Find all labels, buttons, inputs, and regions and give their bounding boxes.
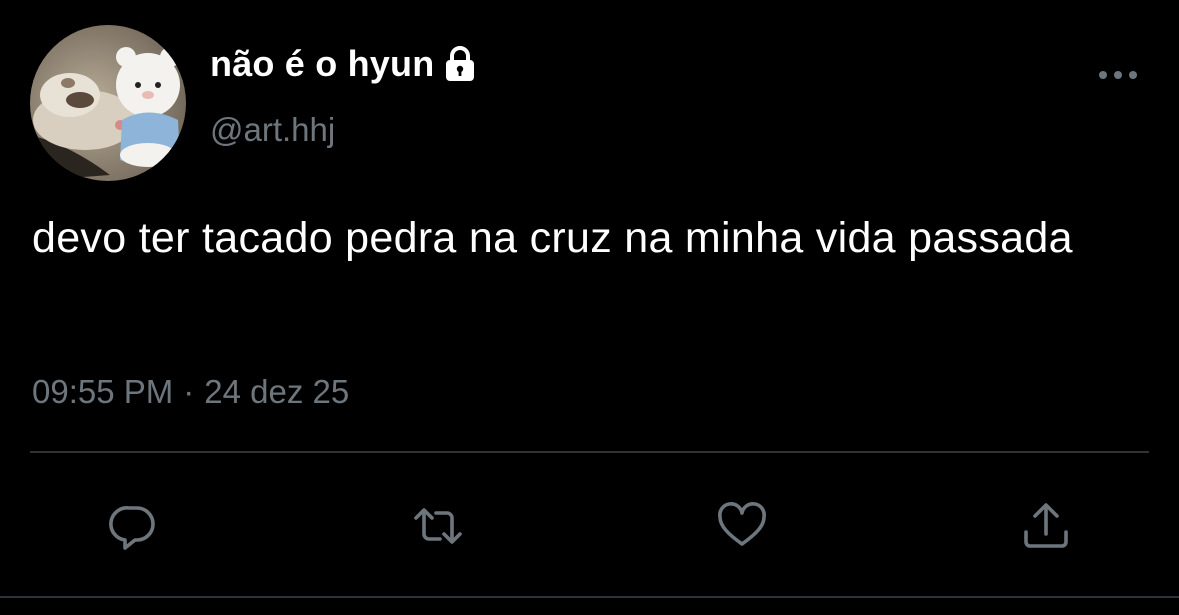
- author-handle[interactable]: @art.hhj: [210, 110, 335, 150]
- bottom-divider: [0, 596, 1179, 598]
- tweet-detail: não é o hyun @art.hhj devo ter tacado pe…: [0, 0, 1179, 615]
- tweet-time: 09:55 PM: [32, 373, 174, 410]
- avatar-photo: [30, 25, 186, 181]
- tweet-timestamp[interactable]: 09:55 PM · 24 dez 25: [32, 370, 349, 414]
- lock-icon: [440, 44, 480, 84]
- retweet-button[interactable]: [408, 496, 468, 556]
- retweet-icon: [414, 508, 462, 544]
- more-icon[interactable]: [1094, 60, 1142, 90]
- share-button[interactable]: [1016, 496, 1076, 556]
- share-icon: [1024, 503, 1068, 548]
- reply-button[interactable]: [103, 496, 163, 556]
- like-button[interactable]: [712, 496, 772, 556]
- meta-separator: ·: [183, 373, 195, 410]
- heart-icon: [718, 502, 766, 546]
- avatar[interactable]: [30, 25, 186, 181]
- tweet-text: devo ter tacado pedra na cruz na minha v…: [32, 214, 1073, 262]
- divider: [30, 451, 1149, 453]
- author-name-row[interactable]: não é o hyun: [210, 42, 480, 86]
- tweet-date: 24 dez 25: [204, 373, 350, 410]
- display-name: não é o hyun: [210, 43, 435, 84]
- reply-icon: [109, 506, 155, 550]
